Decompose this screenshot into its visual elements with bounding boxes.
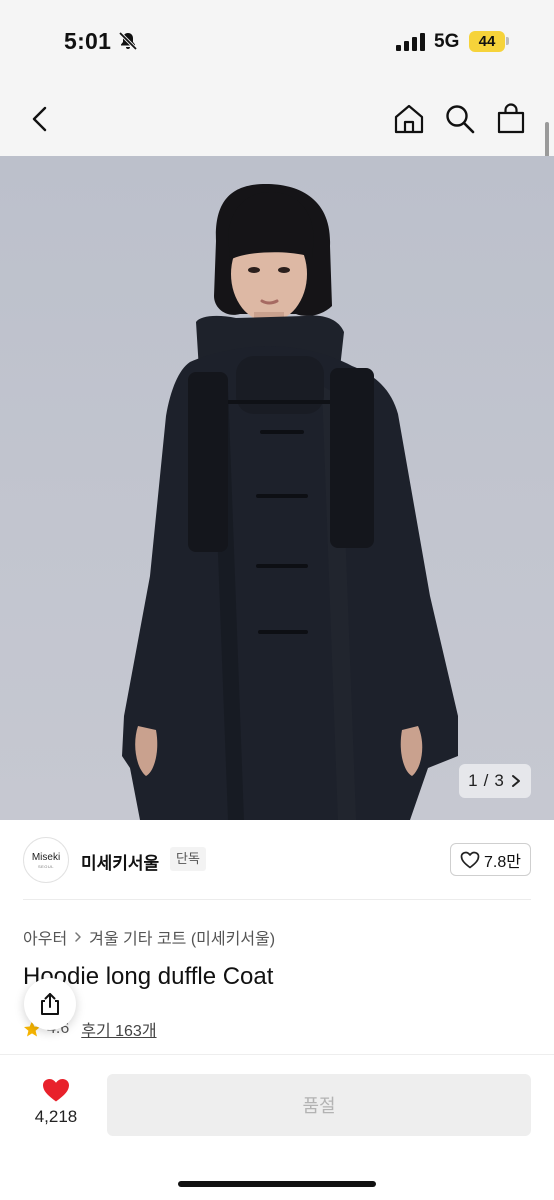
breadcrumb: 아우터 겨울 기타 코트 (미세키서울) [23,925,275,949]
brand-name[interactable]: 미세키서울 [81,849,159,874]
brand-logo[interactable]: Miseki SEOUL [23,837,69,883]
chevron-right-icon [511,775,520,787]
wishlist-count: 4,218 [34,1107,78,1126]
back-icon [32,106,47,132]
review-count-link[interactable]: 후기 163개 [81,1017,156,1041]
shopping-bag-icon [497,103,525,134]
share-button[interactable] [24,978,76,1030]
breadcrumb-category[interactable]: 아우터 [23,925,67,949]
search-icon [446,105,475,134]
wishlist-button[interactable]: 4,218 [22,1077,90,1137]
divider [23,899,531,900]
back-button[interactable] [24,102,58,136]
chevron-right-icon [75,932,81,942]
image-counter-separator: / [483,771,489,790]
network-label: 5G [434,31,460,52]
image-counter-current: 1 [468,771,478,790]
share-icon [41,993,59,1015]
heart-filled-icon [43,1079,69,1102]
sold-out-button[interactable]: 품절 [107,1074,531,1136]
status-bar: 5:01 5G 44 [0,0,554,84]
top-navigation-bar [0,84,554,156]
cart-button[interactable] [494,102,528,136]
battery-tip [506,37,509,45]
signal-icon [396,33,425,51]
status-time: 5:01 [64,28,112,54]
breadcrumb-subcategory[interactable]: 겨울 기타 코트 (미세키서울) [89,925,275,949]
bottom-action-bar: 4,218 품절 [0,1054,554,1200]
home-indicator [178,1181,376,1187]
image-counter[interactable]: 1 / 3 [459,764,531,798]
brand-logo-subtext: SEOUL [37,863,55,869]
image-counter-total: 3 [494,771,504,790]
battery-indicator: 44 [469,31,505,52]
home-icon [394,104,424,134]
brand-row: Miseki SEOUL 미세키서울 단독 7.8만 [0,820,554,900]
brand-logo-text: Miseki [31,851,61,863]
product-image[interactable] [0,156,554,820]
exclusive-badge: 단독 [170,847,206,871]
model-in-coat-image [122,184,458,820]
heart-outline-icon [460,851,480,868]
bell-slash-icon [118,31,138,51]
search-button[interactable] [443,102,477,136]
brand-like-count: 7.8만 [484,853,521,871]
home-button[interactable] [392,102,426,136]
brand-like-button[interactable]: 7.8만 [450,843,531,876]
